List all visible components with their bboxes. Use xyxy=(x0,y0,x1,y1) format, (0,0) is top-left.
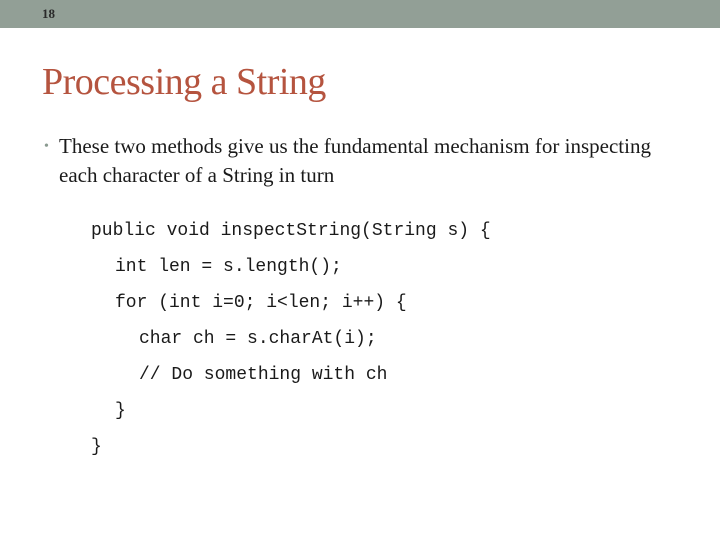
bullet-item: • These two methods give us the fundamen… xyxy=(44,132,668,190)
slide-number: 18 xyxy=(42,6,55,21)
code-line: for (int i=0; i<len; i++) { xyxy=(115,293,407,313)
bullet-icon: • xyxy=(44,139,49,154)
code-line: // Do something with ch xyxy=(139,365,388,385)
code-line: public void inspectString(String s) { xyxy=(91,221,491,241)
code-line: } xyxy=(115,401,126,421)
bullet-text: These two methods give us the fundamenta… xyxy=(59,134,651,187)
code-line: } xyxy=(91,437,102,457)
header-bar: 18 xyxy=(0,0,720,28)
code-line: char ch = s.charAt(i); xyxy=(139,329,377,349)
code-line: int len = s.length(); xyxy=(115,257,342,277)
slide-title: Processing a String xyxy=(42,61,326,103)
code-block: public void inspectString(String s) { in… xyxy=(91,219,491,471)
